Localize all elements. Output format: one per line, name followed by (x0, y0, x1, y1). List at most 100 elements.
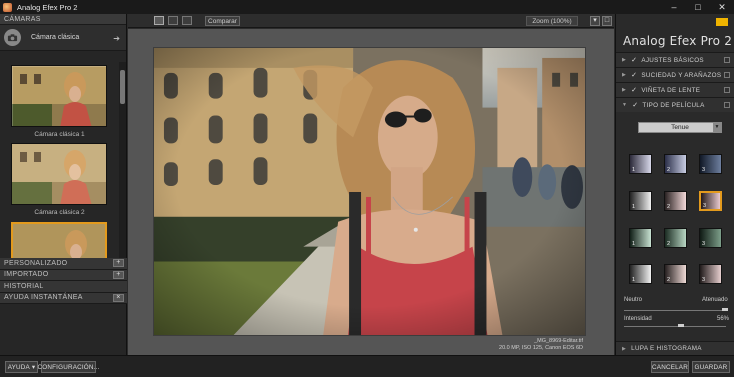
thumbnails-scrollbar[interactable] (119, 62, 126, 258)
minimize-button[interactable]: – (662, 0, 686, 14)
expand-arrow-icon[interactable]: ▶ (622, 87, 626, 93)
cancel-button[interactable]: CANCELAR (651, 361, 689, 373)
swatch-number: 3 (702, 167, 706, 173)
single-view-icon[interactable] (154, 16, 164, 25)
section-historial[interactable]: HISTORIAL (0, 281, 127, 293)
enable-checkmark-icon[interactable]: ✓ (631, 71, 637, 79)
swatch-number: 1 (632, 277, 636, 283)
film-swatch[interactable]: 1 (629, 154, 652, 174)
swatch-number: 2 (667, 204, 671, 210)
section-historial-label: HISTORIAL (4, 282, 44, 290)
collapse-arrow-icon[interactable]: ▼ (622, 102, 627, 108)
film-swatch[interactable]: 3 (699, 228, 722, 248)
save-button[interactable]: GUARDAR (692, 361, 730, 373)
split-view-icon[interactable] (168, 16, 178, 25)
bottom-bar: AYUDA ▾ CONFIGURACIÓN... CANCELAR GUARDA… (0, 355, 734, 377)
brand-row: Analog Efex Pro 2 (616, 14, 734, 52)
brand-version: 2 (724, 34, 733, 48)
enable-checkmark-icon[interactable]: ✓ (631, 86, 637, 94)
film-swatch[interactable]: 2 (664, 264, 687, 284)
film-swatch[interactable]: 1 (629, 228, 652, 248)
zoom-select[interactable]: Zoom (100%) (526, 16, 578, 26)
film-type-value: Tenue (671, 124, 689, 131)
swatch-number: 2 (667, 277, 671, 283)
film-swatch[interactable]: 1 (629, 264, 652, 284)
section-ajustes-basicos[interactable]: ▶ ✓ AJUSTES BÁSICOS (616, 52, 734, 67)
section-lupa-histograma[interactable]: ▶ LUPA E HISTOGRAMA (616, 341, 734, 355)
film-swatch[interactable]: 2 (664, 154, 687, 174)
section-tipo-label: TIPO DE PELÍCULA (642, 101, 705, 109)
preset-thumb-3[interactable] (11, 222, 107, 258)
expand-arrow-icon[interactable]: ▶ (622, 346, 626, 352)
section-personalizado[interactable]: PERSONALIZADO + (0, 258, 127, 270)
section-toggle-icon[interactable] (724, 57, 730, 63)
section-toggle-icon[interactable] (724, 72, 730, 78)
window-controls: – □ ✕ (662, 0, 734, 14)
tone-slider-right-label: Atenuado (702, 297, 728, 303)
tone-slider-left-label: Neutro (624, 297, 643, 303)
arrow-right-icon[interactable]: ➔ (113, 34, 120, 43)
expand-arrow-icon[interactable]: ▶ (622, 72, 626, 78)
intensity-value-wrap: 56% (717, 316, 729, 322)
close-button[interactable]: ✕ (710, 0, 734, 14)
section-ajustes-label: AJUSTES BÁSICOS (641, 56, 704, 64)
enable-checkmark-icon[interactable]: ✓ (632, 101, 638, 109)
image-filename: _MG_8969-Editar.tif (534, 338, 583, 344)
image-meta: 20.0 MP, ISO 125, Canon EOS 6D (499, 345, 583, 351)
chevron-down-icon[interactable]: ▼ (713, 123, 721, 132)
section-importado-label: IMPORTADO (4, 271, 49, 279)
preset-thumb-1[interactable] (11, 65, 107, 127)
image-info: _MG_8969-Editar.tif 20.0 MP, ISO 125, Ca… (499, 338, 583, 352)
film-swatch[interactable]: 1 (629, 191, 652, 211)
loupe-toggle-icon[interactable]: □ (602, 16, 612, 26)
section-vineta[interactable]: ▶ ✓ VIÑETA DE LENTE (616, 82, 734, 97)
compare-button[interactable]: Comparar (205, 16, 240, 26)
section-suciedad[interactable]: ▶ ✓ SUCIEDAD Y ARAÑAZOS (616, 67, 734, 82)
section-importado[interactable]: IMPORTADO + (0, 269, 127, 281)
tone-slider-right-label-wrap: Atenuado (702, 297, 728, 303)
add-icon[interactable]: + (113, 270, 124, 279)
maximize-button[interactable]: □ (686, 0, 710, 14)
section-lupa-label: LUPA E HISTOGRAMA (631, 345, 702, 352)
background-color-icon[interactable]: ▾ (590, 16, 600, 26)
preset-thumbnails: Cámara clásica 1 Cámara clásica 2 (0, 62, 119, 258)
cameras-header[interactable]: CÁMARAS (0, 14, 126, 25)
swatch-number: 2 (667, 167, 671, 173)
add-icon[interactable]: + (113, 259, 124, 267)
film-swatch[interactable]: 3 (699, 264, 722, 284)
intensity-slider-handle[interactable] (678, 324, 684, 327)
intensity-label: Intensidad (624, 316, 652, 322)
film-swatch[interactable]: 2 (664, 228, 687, 248)
preview-canvas: _MG_8969-Editar.tif 20.0 MP, ISO 125, Ca… (128, 29, 614, 355)
current-preset[interactable]: Cámara clásica ➔ (0, 25, 126, 51)
help-button[interactable]: AYUDA ▾ (5, 361, 38, 373)
intensity-slider[interactable] (624, 326, 726, 327)
close-icon[interactable]: × (113, 293, 124, 302)
enable-checkmark-icon[interactable]: ✓ (631, 56, 637, 64)
film-type-dropdown[interactable]: Tenue ▼ (638, 122, 722, 133)
tone-slider-handle[interactable] (722, 308, 728, 311)
section-toggle-icon[interactable] (724, 102, 730, 108)
preset-thumb-2[interactable] (11, 143, 107, 205)
section-ayuda-instantanea[interactable]: AYUDA INSTANTÁNEA × (0, 292, 127, 304)
swatch-number: 3 (702, 277, 706, 283)
side-by-side-view-icon[interactable] (182, 16, 192, 25)
tone-slider-labels: Neutro (624, 297, 642, 303)
tone-slider[interactable] (624, 310, 726, 311)
film-swatch[interactable]: 3 (699, 154, 722, 174)
right-panel: Analog Efex Pro 2 ▶ ✓ AJUSTES BÁSICOS ▶ … (615, 14, 734, 355)
film-swatch[interactable]: 2 (664, 191, 687, 211)
config-button[interactable]: CONFIGURACIÓN... (38, 361, 99, 373)
film-swatch-selected[interactable]: 3 (699, 191, 722, 211)
brand-name: Analog Efex Pro (623, 34, 721, 48)
swatch-number: 3 (703, 203, 707, 209)
preview-photo[interactable] (153, 47, 586, 336)
section-toggle-icon[interactable] (724, 87, 730, 93)
section-tipo-pelicula[interactable]: ▼ ✓ TIPO DE PELÍCULA (616, 97, 734, 112)
cameras-header-label: CÁMARAS (4, 15, 41, 23)
expand-arrow-icon[interactable]: ▶ (622, 57, 626, 63)
current-preset-label: Cámara clásica (31, 34, 80, 41)
camera-icon (4, 29, 21, 46)
scrollbar-thumb[interactable] (120, 70, 125, 104)
swatch-number: 1 (632, 241, 636, 247)
